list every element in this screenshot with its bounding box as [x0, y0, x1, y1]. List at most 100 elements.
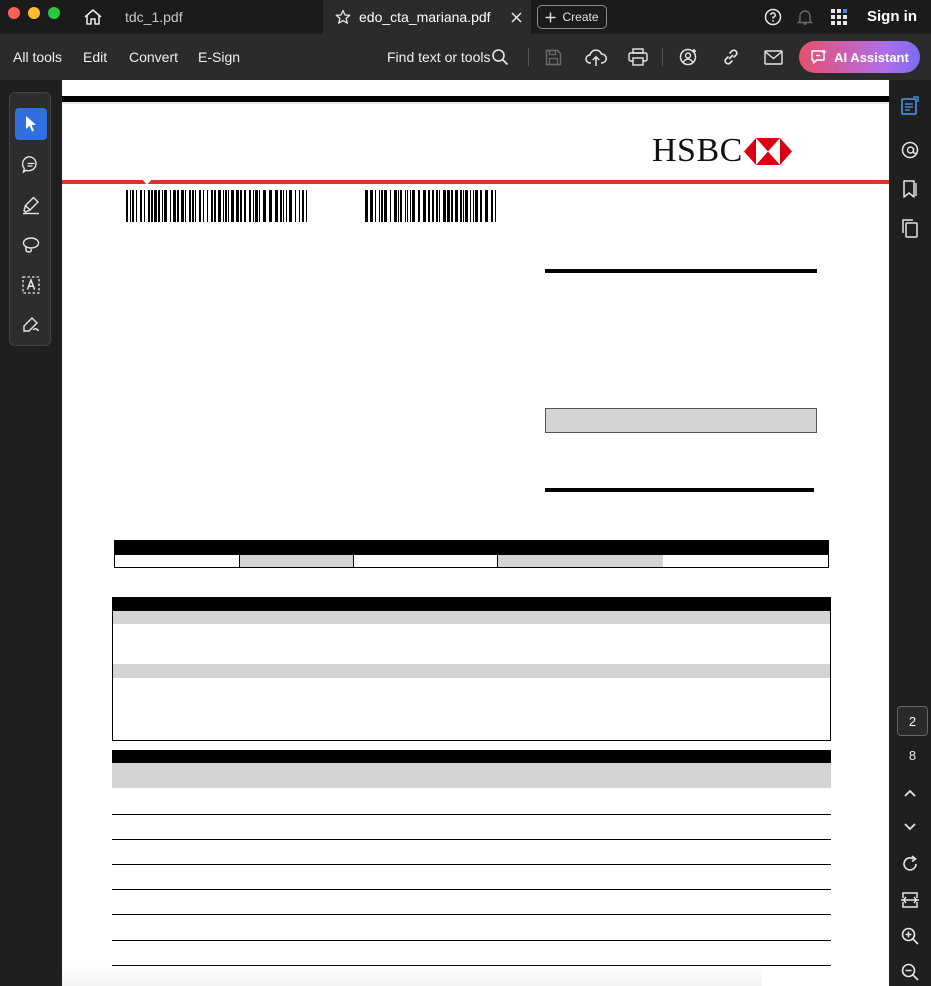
summary-cell-divider	[497, 555, 498, 567]
detail-box-header	[113, 598, 830, 611]
zoom-out-button[interactable]	[900, 962, 920, 982]
table-row-line	[112, 914, 831, 915]
draw-lasso-icon	[22, 237, 40, 253]
zoom-out-icon	[901, 963, 919, 981]
right-panel	[889, 80, 931, 986]
draw-tool[interactable]	[15, 229, 47, 261]
close-tab-icon[interactable]	[511, 12, 522, 23]
menu-edit[interactable]: Edit	[83, 49, 107, 65]
plus-icon	[545, 12, 556, 22]
link-icon	[724, 49, 738, 65]
zoom-window-button[interactable]	[48, 7, 60, 19]
acrobat-window: tdc_1.pdf edo_cta_mariana.pdf Create Sig…	[0, 0, 931, 986]
comments-panel-icon	[901, 96, 919, 115]
find-text-or-tools[interactable]: Find text or tools	[387, 49, 491, 65]
barcode-primary	[126, 190, 307, 222]
fit-page-button[interactable]	[900, 890, 920, 910]
home-button[interactable]	[82, 7, 104, 27]
red-header-rule	[62, 180, 889, 184]
pages-icon	[902, 219, 918, 238]
total-pages: 8	[908, 748, 917, 763]
chevron-up-icon	[904, 789, 916, 797]
movements-table-header	[112, 750, 831, 763]
highlight-pen-icon	[23, 196, 39, 215]
tab-tdc-1[interactable]: tdc_1.pdf	[125, 0, 183, 34]
select-arrow-icon	[26, 116, 36, 132]
fit-page-icon	[901, 892, 919, 908]
text-select-icon	[22, 276, 40, 294]
share-with-people-icon	[679, 48, 697, 66]
table-row-line	[112, 889, 831, 890]
summary-table-row	[114, 555, 829, 568]
highlight-tool[interactable]	[15, 189, 47, 221]
help-button[interactable]	[764, 8, 782, 26]
pdf-page[interactable]: HSBC	[62, 80, 889, 986]
copy-link-button[interactable]	[720, 47, 742, 67]
summary-cell-shaded	[239, 555, 353, 567]
previous-page-button[interactable]	[900, 783, 920, 803]
hsbc-hexagon-logo-icon	[744, 138, 792, 165]
rule-notch	[142, 179, 152, 185]
header-bar-shadow	[62, 102, 889, 104]
tab-label: edo_cta_mariana.pdf	[359, 9, 491, 25]
email-button[interactable]	[762, 47, 784, 67]
pages-button[interactable]	[900, 218, 920, 238]
ai-assistant-icon	[811, 49, 828, 64]
quick-tools-palette	[9, 92, 51, 346]
zoom-in-icon	[901, 927, 919, 945]
share-people-button[interactable]	[678, 47, 700, 67]
menu-all-tools[interactable]: All tools	[13, 49, 62, 65]
select-tool[interactable]	[15, 108, 47, 140]
fill-sign-tool[interactable]	[15, 309, 47, 341]
left-tools-panel	[0, 80, 62, 986]
ai-assistant-label: AI Assistant	[834, 49, 909, 65]
tab-bar: tdc_1.pdf edo_cta_mariana.pdf Create Sig…	[0, 0, 931, 34]
summary-cell-divider	[239, 555, 240, 567]
create-button[interactable]: Create	[537, 5, 607, 29]
comment-tool[interactable]	[15, 149, 47, 181]
info-block-bottom-rule	[545, 488, 814, 492]
mentions-button[interactable]	[900, 140, 920, 160]
print-button[interactable]	[627, 47, 649, 67]
barcode-secondary	[365, 190, 496, 222]
star-icon[interactable]	[335, 9, 351, 25]
toolbar-separator	[528, 48, 529, 66]
print-icon	[628, 48, 648, 66]
current-page-input[interactable]: 2	[897, 706, 928, 736]
apps-grid-icon	[831, 9, 847, 25]
home-icon	[84, 9, 102, 25]
search-button[interactable]	[491, 48, 509, 66]
summary-cell-shaded	[497, 555, 663, 567]
mentions-icon	[901, 141, 919, 159]
table-row-line	[112, 814, 831, 815]
next-page-button[interactable]	[900, 817, 920, 837]
save-button[interactable]	[544, 48, 562, 66]
upload-button[interactable]	[585, 47, 607, 67]
create-label: Create	[562, 10, 599, 24]
notifications-button[interactable]	[796, 8, 814, 26]
ai-assistant-button[interactable]: AI Assistant	[799, 41, 920, 73]
zoom-in-button[interactable]	[900, 926, 920, 946]
minimize-window-button[interactable]	[28, 7, 40, 19]
sign-in-link[interactable]: Sign in	[867, 8, 917, 25]
movements-column-header-row	[112, 763, 831, 788]
bell-icon	[797, 10, 813, 25]
close-window-button[interactable]	[8, 7, 20, 19]
menu-convert[interactable]: Convert	[129, 49, 178, 65]
summary-cell-divider	[353, 555, 354, 567]
rotate-button[interactable]	[900, 854, 920, 874]
bookmarks-button[interactable]	[900, 179, 920, 199]
save-icon	[545, 49, 561, 65]
tab-label: tdc_1.pdf	[125, 9, 183, 25]
table-row-line	[112, 839, 831, 840]
detail-box-shaded-row	[113, 611, 830, 624]
comments-panel-button[interactable]	[900, 96, 920, 116]
bank-logo-text: HSBC	[652, 132, 743, 169]
page-bottom-fade	[62, 964, 762, 986]
detail-box-shaded-row	[113, 664, 830, 678]
text-select-tool[interactable]	[15, 269, 47, 301]
tab-edo-cta-mariana[interactable]: edo_cta_mariana.pdf	[323, 0, 531, 34]
table-row-line	[112, 940, 831, 941]
apps-button[interactable]	[830, 8, 848, 26]
menu-e-sign[interactable]: E-Sign	[198, 49, 240, 65]
